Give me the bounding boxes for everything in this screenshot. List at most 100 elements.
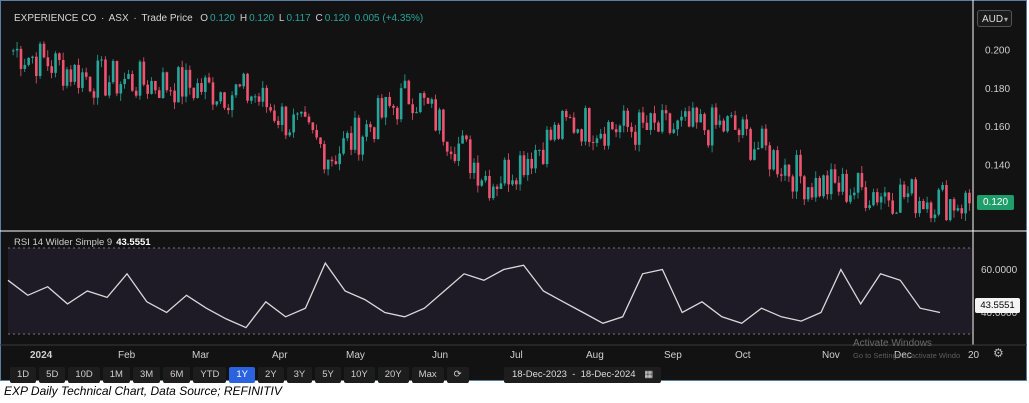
range-button-1y[interactable]: 1Y <box>229 367 255 383</box>
candle-body <box>61 59 65 86</box>
candle-body <box>246 73 249 101</box>
candle-body <box>676 120 679 130</box>
candle-body <box>215 101 219 105</box>
candle-body <box>852 192 856 196</box>
candle-body <box>292 114 295 133</box>
candle-body <box>200 83 203 93</box>
candle-body <box>672 129 676 133</box>
candle-body <box>430 99 434 104</box>
candle-body <box>795 154 798 192</box>
range-button-10y[interactable]: 10Y <box>343 367 375 383</box>
candle-body <box>503 159 507 184</box>
candle-body <box>695 107 699 123</box>
candle-body <box>372 127 376 140</box>
candle-body <box>883 192 887 197</box>
candle-body <box>445 141 449 152</box>
candle-body <box>803 176 806 200</box>
candle-body <box>261 87 265 102</box>
candle-body <box>457 143 461 161</box>
candle-body <box>188 69 192 88</box>
candle-body <box>242 73 245 87</box>
candle-body <box>284 106 288 136</box>
candle-body <box>250 96 253 101</box>
candle-body <box>468 139 472 174</box>
candle-body <box>311 122 315 131</box>
range-button-1m[interactable]: 1M <box>102 367 130 383</box>
candle-body <box>131 74 134 91</box>
candle-body <box>772 150 775 170</box>
candle-body <box>618 125 622 133</box>
candle-body <box>434 99 437 131</box>
candle-body <box>737 129 741 136</box>
candle-body <box>142 61 146 85</box>
candle-body <box>622 110 626 126</box>
candle-body <box>891 200 894 214</box>
range-button-ytd[interactable]: YTD <box>193 367 227 383</box>
candle-body <box>392 105 395 108</box>
range-button-6m[interactable]: 6M <box>163 367 191 383</box>
candle-body <box>561 110 564 139</box>
settings-gear-icon[interactable]: ⚙ <box>993 346 1004 360</box>
candle-body <box>899 184 902 213</box>
watermark-subtitle: Go to Settings to activate Windo <box>853 351 961 360</box>
candle-body <box>872 192 875 206</box>
candle-body <box>707 130 710 146</box>
figure-caption: EXP Daily Technical Chart, Data Source; … <box>4 384 282 398</box>
candle-body <box>265 87 269 108</box>
open-key: O <box>200 13 209 24</box>
candle-body <box>449 151 453 155</box>
candle-body <box>111 60 115 83</box>
candle-body <box>684 111 687 117</box>
rsi-label: RSI 14 Wilder Simple 9 <box>14 237 113 248</box>
candle-body <box>484 175 487 181</box>
candle-body <box>280 106 284 125</box>
candle-body <box>257 96 261 102</box>
reset-range-icon[interactable]: ⟳ <box>446 367 469 383</box>
candle-body <box>388 96 391 106</box>
candle-body <box>492 186 495 199</box>
range-button-max[interactable]: Max <box>411 367 444 383</box>
date-range-picker[interactable]: 18-Dec-2023 - 18-Dec-2024 ▦ <box>504 367 662 383</box>
rsi-header: RSI 14 Wilder Simple 9 43.5551 <box>14 237 151 248</box>
candle-body <box>119 84 123 94</box>
candle-body <box>572 117 576 133</box>
candle-body <box>933 214 937 219</box>
candle-body <box>545 129 549 165</box>
price-tick-label: 0.140 <box>985 160 1010 171</box>
range-button-1d[interactable]: 1D <box>10 367 37 383</box>
candle-body <box>653 113 656 123</box>
candle-body <box>180 67 184 97</box>
rsi-band <box>8 248 972 334</box>
candle-body <box>522 155 526 176</box>
candle-body <box>641 112 645 123</box>
candle-body <box>303 111 307 117</box>
close-key: C <box>315 13 323 24</box>
candle-body <box>461 135 464 144</box>
candle-body <box>668 113 672 133</box>
separator: · <box>133 13 137 24</box>
price-tick-label: 0.180 <box>985 84 1010 95</box>
range-button-2y[interactable]: 2Y <box>257 367 284 383</box>
range-button-10d[interactable]: 10D <box>68 367 100 383</box>
candle-body <box>319 137 322 145</box>
candle-body <box>902 184 906 198</box>
change-value: 0.005 (+4.35%) <box>354 13 424 24</box>
candle-body <box>960 208 964 214</box>
chevron-down-icon: ▾ <box>1003 15 1008 24</box>
range-button-20y[interactable]: 20Y <box>377 367 409 383</box>
currency-select[interactable]: AUD ▾ <box>977 10 1012 27</box>
range-button-5y[interactable]: 5Y <box>315 367 341 383</box>
candle-body <box>442 109 445 142</box>
candle-body <box>611 122 614 130</box>
candle-body <box>157 90 161 99</box>
range-button-5d[interactable]: 5D <box>39 367 66 383</box>
candle-body <box>472 162 476 174</box>
range-button-3y[interactable]: 3Y <box>286 367 313 383</box>
candle-body <box>223 92 226 108</box>
candle-body <box>31 56 34 58</box>
candle-body <box>38 43 42 77</box>
candle-body <box>584 108 587 142</box>
range-button-3m[interactable]: 3M <box>132 367 161 383</box>
price-tick-label: 0.160 <box>985 122 1010 133</box>
time-tick-label: Aug <box>586 350 604 361</box>
